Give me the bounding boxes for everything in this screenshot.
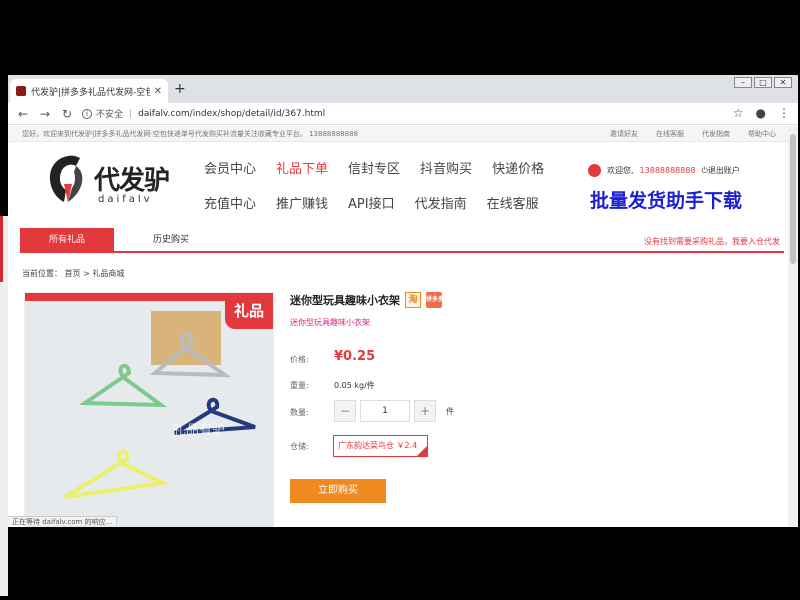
site-topbar: 您好。欢迎来到代发驴|拼多多礼品代发网-空包快递单号代发购买补流量关注收藏专业平… [8,126,788,142]
url-text: daifalv.com/index/shop/detail/id/367.htm… [138,108,326,119]
brand-name-en: daifalv [98,194,153,205]
image-watermark: 礼品有驴 [173,423,226,438]
tab-strip: 代发驴|拼多多礼品代发网-空包快递 ✕ + – □ ✕ [8,75,798,103]
qty-plus-button[interactable]: + [414,400,436,422]
qty-unit: 件 [446,406,454,416]
status-bar: 正在等待 daifalv.com 的响应... [8,516,118,526]
topbar-link-help[interactable]: 帮助中心 [748,129,776,139]
star-icon[interactable]: ☆ [733,106,744,120]
taobao-badge-icon: 淘 [405,292,421,308]
nav-express-price[interactable]: 快递价格 [492,158,544,177]
back-icon[interactable]: ← [16,107,30,121]
product-image: 礼品 礼品有驴 [24,292,274,527]
buy-now-button[interactable]: 立即购买 [290,479,386,503]
main-nav-row-2: 充值中心 推广赚钱 API接口 代发指南 在线客服 [204,193,564,212]
address-bar: ← → ↻ i 不安全 | daifalv.com/index/shop/det… [8,103,798,125]
welcome-text: 您好。欢迎来到代发驴|拼多多礼品代发网-空包快递单号代发购买补流量关注收藏专业平… [22,130,359,138]
site-logo[interactable]: 代发驴 daifalv [46,154,176,212]
download-helper-link[interactable]: 批量发货助手下载 [590,186,742,213]
main-nav: 会员中心 礼品下单 信封专区 抖音购买 快递价格 充值中心 推广赚钱 API接口… [204,158,564,228]
minimize-icon[interactable]: – [734,77,752,88]
brand-name: 代发驴 [94,166,170,196]
left-red-bar [0,216,3,282]
nav-envelope[interactable]: 信封专区 [348,158,400,177]
nav-api[interactable]: API接口 [348,193,395,212]
topbar-link-service[interactable]: 在线客服 [656,129,684,139]
pdd-badge-icon: 拼多多 [426,292,444,308]
window-controls: – □ ✕ [734,77,792,88]
avatar[interactable] [588,164,601,177]
nav-douyin[interactable]: 抖音购买 [420,158,472,177]
toolbar-icons: ☆ ● ⋮ [733,106,790,120]
user-phone[interactable]: 13888888888 [640,166,696,175]
close-tab-icon[interactable]: ✕ [154,86,162,97]
tab-title: 代发驴|拼多多礼品代发网-空包快递 [31,87,150,98]
selected-check-icon [417,446,428,456]
weight-label: 重量: [290,381,309,390]
browser-tab[interactable]: 代发驴|拼多多礼品代发网-空包快递 ✕ [10,79,168,103]
product-title-row: 迷你型玩具趣味小衣架 淘 拼多多 [290,292,444,308]
warehouse-option[interactable]: 广东韵达菜鸟仓 ￥2.4 [333,435,429,457]
left-edge [0,216,8,596]
close-window-icon[interactable]: ✕ [774,77,792,88]
qty-minus-button[interactable]: − [334,400,356,422]
product-title: 迷你型玩具趣味小衣架 [290,294,400,307]
user-box: 欢迎您, 13888888888 ⏻ 退出账户 [588,164,740,177]
main-nav-row-1: 会员中心 礼品下单 信封专区 抖音购买 快递价格 [204,158,564,177]
page-scrollbar[interactable] [788,126,798,527]
scrollbar-thumb[interactable] [790,134,796,264]
topbar-links: 邀请好友 在线客服 代发指南 帮助中心 [610,129,776,139]
nav-service[interactable]: 在线客服 [487,193,539,212]
warehouse-option-text: 广东韵达菜鸟仓 ￥2.4 [338,441,418,450]
url-separator: | [129,108,133,119]
screen: 代发驴|拼多多礼品代发网-空包快递 ✕ + – □ ✕ ← → ↻ i 不安全 … [0,0,800,600]
nav-gift-order[interactable]: 礼品下单 [276,158,328,177]
forward-icon[interactable]: → [38,107,52,121]
profile-icon[interactable]: ● [756,106,766,120]
quantity-stepper: − 1 + 件 [334,400,454,422]
breadcrumb: 当前位置： 首页 > 礼品商城 [22,269,125,278]
web-page: 您好。欢迎来到代发驴|拼多多礼品代发网-空包快递单号代发购买补流量关注收藏专业平… [8,126,788,527]
info-icon[interactable]: i [82,108,92,119]
warehouse-note-link[interactable]: 没有找到需要采购礼品，我要入仓代发 [644,236,780,247]
nav-promote[interactable]: 推广赚钱 [276,193,328,212]
topbar-link-guide[interactable]: 代发指南 [702,129,730,139]
logout-link[interactable]: 退出账户 [708,165,740,176]
browser-window: 代发驴|拼多多礼品代发网-空包快递 ✕ + – □ ✕ ← → ↻ i 不安全 … [8,75,798,527]
price-label: 价格: [290,355,309,364]
topbar-link-invite[interactable]: 邀请好友 [610,129,638,139]
horse-logo-icon [49,155,83,202]
image-corner-tag: 礼品 [225,293,273,329]
security-label: 不安全 [96,110,124,120]
tab-history[interactable]: 历史购买 [124,228,218,253]
greeting: 欢迎您, [607,166,634,175]
url-field[interactable]: i 不安全 | daifalv.com/index/shop/detail/id… [82,107,325,120]
menu-icon[interactable]: ⋮ [778,106,790,120]
new-tab-icon[interactable]: + [174,81,186,97]
favicon-icon [16,86,26,96]
reload-icon[interactable]: ↻ [60,107,74,121]
qty-input[interactable]: 1 [360,400,410,422]
product-subtitle: 迷你型玩具趣味小衣架 [290,318,370,327]
nav-member-center[interactable]: 会员中心 [204,158,256,177]
weight-value: 0.05 kg/件 [334,381,375,390]
store-label: 仓储: [290,442,309,451]
price-value: ¥0.25 [334,349,376,364]
tab-all-gifts[interactable]: 所有礼品 [20,228,114,253]
sub-tabs: 所有礼品 历史购买 没有找到需要采购礼品，我要入仓代发 [20,228,784,253]
quantity-label: 数量: [290,408,309,417]
nav-recharge[interactable]: 充值中心 [204,193,256,212]
nav-guide[interactable]: 代发指南 [415,193,467,212]
maximize-icon[interactable]: □ [754,77,772,88]
